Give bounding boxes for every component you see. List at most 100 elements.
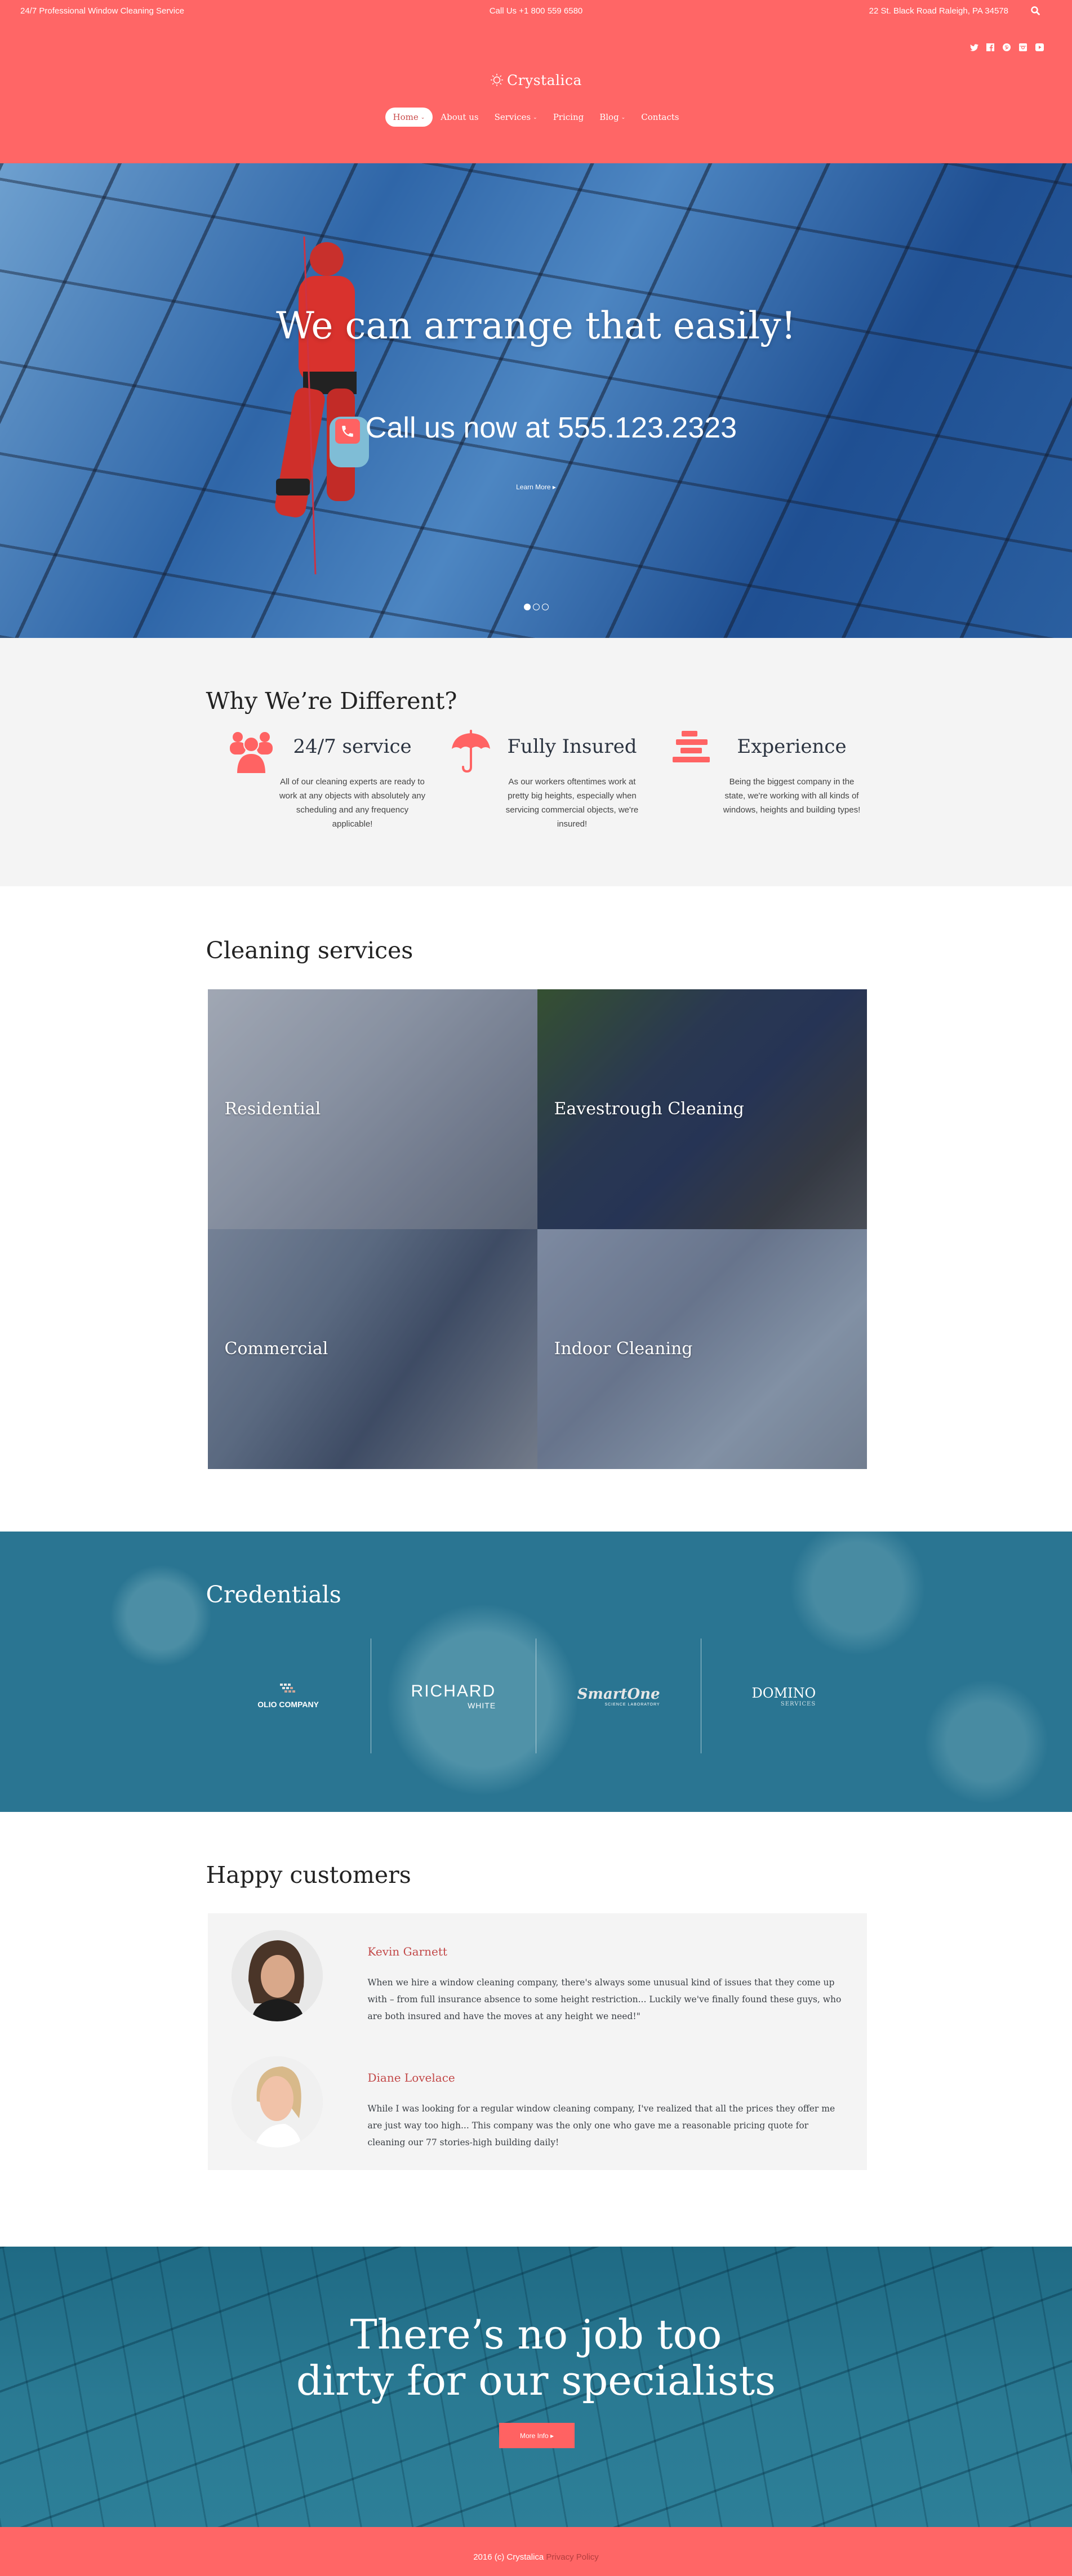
partner-logo[interactable]: RICHARD WHITE	[370, 1639, 536, 1753]
main-nav: Home ⌄ About us Services ⌄ Pricing Blog ⌄ C…	[0, 108, 1072, 127]
testimonial-item: Kevin Garnett When we hire a window clea…	[231, 1930, 844, 2026]
features-list: 24/7 service All of our cleaning experts…	[206, 730, 866, 842]
cta-banner: There’s no job too dirty for our special…	[0, 2247, 1072, 2527]
cta-line-2: dirty for our specialists	[296, 2357, 776, 2404]
service-label: Indoor Cleaning	[554, 1339, 693, 1359]
nav-contacts[interactable]: Contacts	[633, 108, 687, 127]
site-logo[interactable]: Crystalica	[0, 72, 1072, 91]
service-tile-commercial[interactable]: Commercial	[207, 1229, 537, 1469]
avatar	[231, 1930, 323, 2021]
umbrella-icon	[448, 730, 493, 775]
pinterest-icon[interactable]	[1002, 43, 1011, 52]
cta-title: There’s no job too dirty for our special…	[0, 2311, 1072, 2404]
partner-logos: OLIO COMPANY RICHARD WHITE SmartOne SCIE…	[206, 1639, 866, 1753]
more-info-button[interactable]: More Info ▸	[499, 2423, 575, 2448]
twitter-icon[interactable]	[969, 43, 978, 52]
service-label: Commercial	[224, 1339, 328, 1359]
service-tile-eavestrough[interactable]: Eavestrough Cleaning	[537, 989, 867, 1229]
users-icon	[229, 730, 274, 775]
hero-slider: We can arrange that easily! Call us now …	[0, 163, 1072, 638]
top-bar: 24/7 Professional Window Cleaning Servic…	[0, 0, 1072, 23]
reviewer-name[interactable]: Diane Lovelace	[368, 2071, 455, 2084]
search-icon[interactable]	[1030, 6, 1040, 16]
feature-text: All of our cleaning experts are ready to…	[279, 777, 426, 829]
chevron-down-icon: ⌄	[533, 115, 537, 120]
section-title: Credentials	[206, 1581, 341, 1608]
learn-more-label: Learn More	[516, 483, 551, 491]
cta-line-1: There’s no job too	[350, 2311, 722, 2358]
olio-logo: OLIO COMPANY	[257, 1683, 319, 1709]
services-grid: Residential Eavestrough Cleaning Commerc…	[207, 989, 867, 1469]
nav-services[interactable]: Services ⌄	[487, 108, 545, 127]
domino-logo: DOMINO SERVICES	[752, 1685, 816, 1707]
nav-pricing[interactable]: Pricing	[545, 108, 592, 127]
richard-logo: RICHARD WHITE	[411, 1682, 496, 1710]
logo-subtext: SCIENCE LABORATORY	[604, 1702, 660, 1707]
testimonial-item: Diane Lovelace While I was looking for a…	[231, 2056, 844, 2152]
service-tile-residential[interactable]: Residential	[207, 989, 537, 1229]
stack-icon	[668, 730, 713, 775]
hero-call: Call us now at 555.123.2323	[0, 411, 1072, 445]
feature-text: As our workers oftentimes work at pretty…	[505, 777, 639, 829]
review-text: When we hire a window cleaning company, …	[367, 1977, 842, 2021]
feature-item: 24/7 service All of our cleaning experts…	[206, 730, 426, 842]
partner-logo[interactable]: OLIO COMPANY	[206, 1639, 371, 1753]
partner-logo[interactable]: SmartOne SCIENCE LABORATORY	[536, 1639, 701, 1753]
smartone-logo: SmartOne SCIENCE LABORATORY	[577, 1686, 660, 1707]
logo-subtext: WHITE	[468, 1701, 496, 1710]
section-title: Happy customers	[206, 1861, 411, 1889]
grid-icon	[257, 1683, 319, 1697]
site-header: 24/7 Professional Window Cleaning Servic…	[0, 0, 1072, 163]
privacy-policy-link[interactable]: Privacy Policy	[546, 2552, 598, 2562]
testimonials-section: Happy customers Kevin Garnett When we hi…	[0, 1812, 1072, 2247]
social-links	[969, 43, 1044, 52]
chevron-down-icon: ⌄	[420, 115, 425, 120]
nav-about[interactable]: About us	[433, 108, 486, 127]
slide-dot-2[interactable]	[532, 604, 540, 610]
sun-icon	[490, 73, 504, 91]
service-label: Residential	[224, 1099, 321, 1119]
nav-blog[interactable]: Blog ⌄	[591, 108, 633, 127]
header-address: 22 St. Black Road Raleigh, PA 34578	[869, 6, 1008, 16]
nav-label: About us	[441, 112, 479, 122]
review-text: While I was looking for a regular window…	[367, 2104, 835, 2148]
service-label: Eavestrough Cleaning	[554, 1099, 744, 1119]
testimonials-list: Kevin Garnett When we hire a window clea…	[207, 1913, 867, 2170]
feature-title: Fully Insured	[507, 735, 637, 758]
hero-worker-image	[275, 236, 369, 574]
youtube-icon[interactable]	[1035, 43, 1044, 52]
reviewer-name[interactable]: Kevin Garnett	[368, 1945, 447, 1958]
partner-logo[interactable]: DOMINO SERVICES	[701, 1639, 866, 1753]
logo-text: OLIO COMPANY	[257, 1699, 319, 1709]
slide-dot-1[interactable]	[523, 604, 531, 610]
section-title: Why We’re Different?	[206, 687, 457, 715]
learn-more-link[interactable]: Learn More ▸	[0, 483, 1072, 491]
nav-label: Blog	[599, 112, 619, 122]
logo-text: SmartOne	[577, 1685, 660, 1703]
facebook-icon[interactable]	[986, 43, 995, 52]
avatar	[231, 2056, 323, 2148]
button-label: More Info	[519, 2431, 549, 2440]
section-title: Cleaning services	[206, 937, 413, 964]
feature-item: Experience Being the biggest company in …	[646, 730, 865, 842]
feature-text: Being the biggest company in the state, …	[723, 777, 861, 815]
slide-dot-3[interactable]	[541, 604, 549, 610]
nav-label: Pricing	[553, 112, 584, 122]
service-tile-indoor[interactable]: Indoor Cleaning	[537, 1229, 867, 1469]
feature-title: Experience	[737, 735, 847, 758]
chevron-down-icon: ⌄	[621, 115, 626, 120]
hero-title: We can arrange that easily!	[275, 304, 797, 347]
instagram-icon[interactable]	[1018, 43, 1027, 52]
nav-home[interactable]: Home ⌄	[385, 108, 433, 127]
logo-text: DOMINO	[751, 1685, 816, 1701]
hero-call-text: Call us now at 555.123.2323	[365, 412, 737, 444]
copyright: 2016 (c) Crystalica	[473, 2552, 544, 2562]
phone-icon	[335, 419, 360, 444]
credentials-section: Credentials OLIO COMPANY RICHARD WHITE S…	[0, 1532, 1072, 1812]
logo-text: RICHARD	[411, 1682, 496, 1700]
why-different-section: Why We’re Different? 24/7 service All of…	[0, 638, 1072, 886]
nav-label: Services	[494, 112, 531, 122]
nav-label: Home	[393, 112, 419, 122]
site-footer: 2016 (c) Crystalica Privacy Policy	[0, 2527, 1072, 2576]
cleaning-services-section: Cleaning services Residential Eavestroug…	[0, 886, 1072, 1532]
